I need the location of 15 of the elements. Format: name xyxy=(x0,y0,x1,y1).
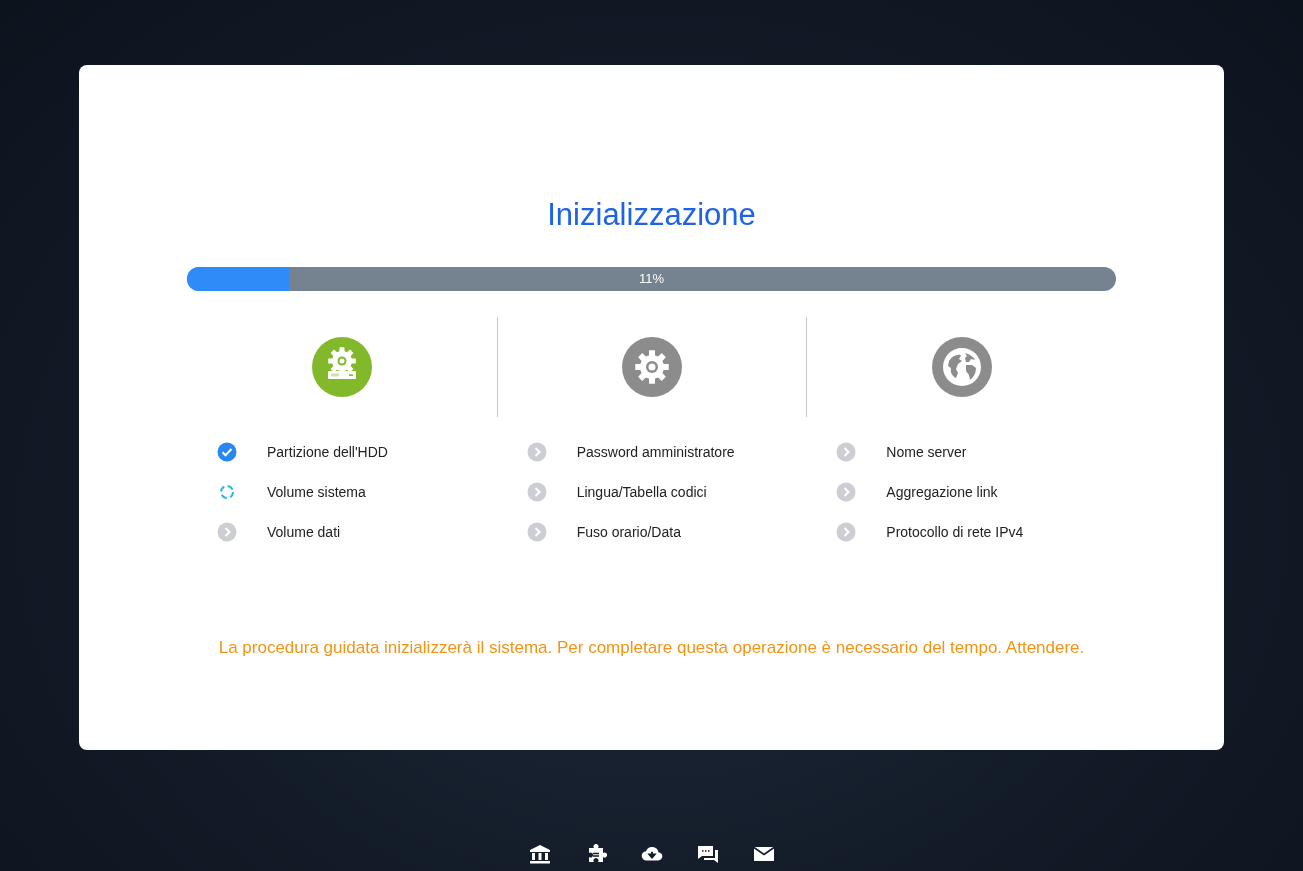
mail-icon[interactable] xyxy=(752,844,775,864)
status-message: La procedura guidata inizializzerà il sistema. Per completare questa operazione è necessario del tempo. Attendere. xyxy=(218,638,1085,658)
step-label: Volume dati xyxy=(267,524,341,540)
dialog-title: Inizializzazione xyxy=(547,197,756,233)
chat-icon[interactable] xyxy=(696,844,719,864)
step-label: Protocollo di rete IPv4 xyxy=(886,524,1024,540)
step-label: Aggregazione link xyxy=(886,484,998,500)
bank-icon[interactable] xyxy=(528,844,551,864)
step-label: Volume sistema xyxy=(267,484,366,500)
step-label: Partizione dell'HDD xyxy=(267,444,388,460)
step-label: Lingua/Tabella codici xyxy=(576,484,707,500)
step-label: Nome server xyxy=(886,444,967,460)
step-label: Password amministratore xyxy=(576,444,735,460)
progress-percent: 11% xyxy=(638,270,665,288)
step-label: Fuso orario/Data xyxy=(576,524,681,540)
